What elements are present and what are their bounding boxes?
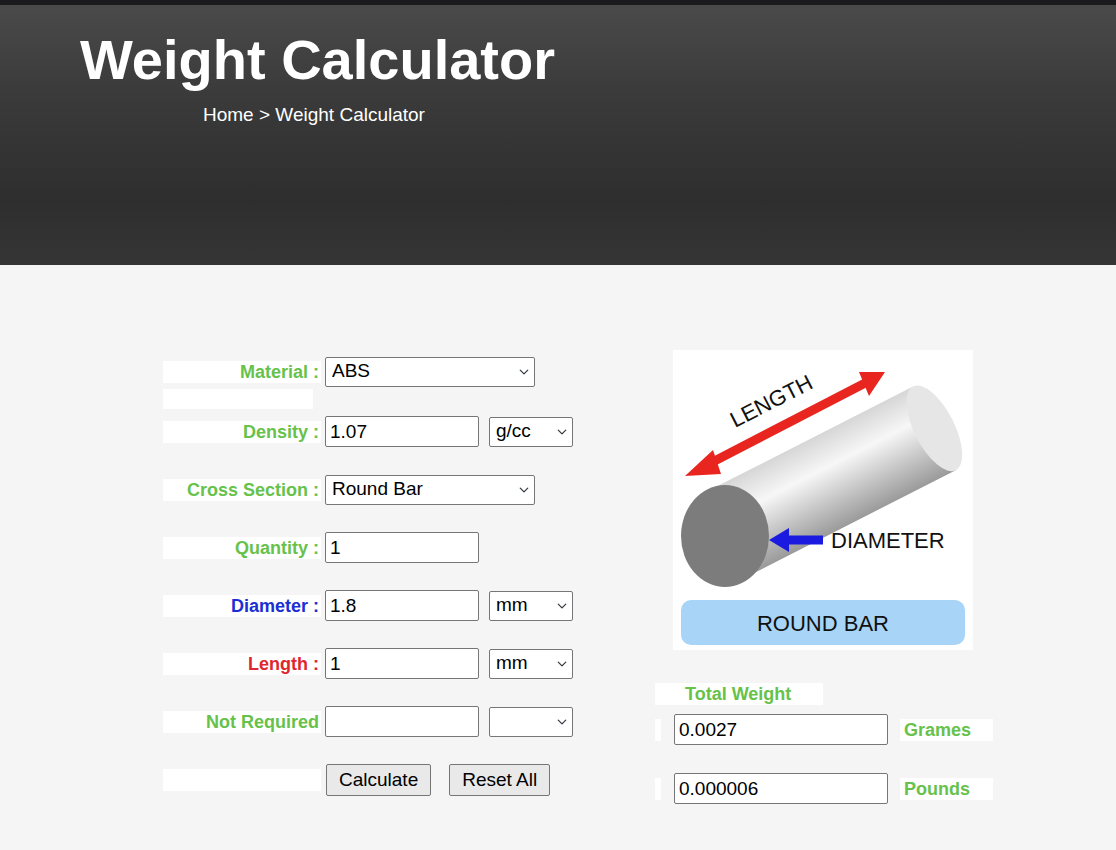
length-label: LENGTH <box>726 370 817 433</box>
field-input[interactable] <box>325 648 479 679</box>
calculate-button[interactable]: Calculate <box>326 764 431 796</box>
field-label: Cross Section : <box>163 479 321 501</box>
label-spacer <box>163 389 313 409</box>
reset-button[interactable]: Reset All <box>449 764 550 796</box>
result-panel: LENGTH DIAMETER ROUND BAR Total Weight Gr… <box>655 350 1015 804</box>
field-label: Quantity : <box>163 537 321 559</box>
result-value[interactable] <box>674 773 888 804</box>
button-label-box <box>163 769 321 791</box>
field-label: Density : <box>163 421 321 443</box>
round-bar-diagram: LENGTH DIAMETER ROUND BAR <box>673 350 973 650</box>
unit-select[interactable]: mm <box>489 649 573 679</box>
form-row: Quantity : <box>163 532 655 563</box>
field-label: Material : <box>163 361 321 383</box>
form-row: Diameter : mm <box>163 590 655 621</box>
breadcrumb[interactable]: Home > Weight Calculator <box>203 104 1116 127</box>
page-title: Weight Calculator <box>80 28 1116 92</box>
result-value[interactable] <box>674 714 888 745</box>
field-select[interactable]: ABS <box>325 357 535 387</box>
diagram-caption: ROUND BAR <box>757 611 889 636</box>
unit-select[interactable] <box>489 707 573 737</box>
field-label: Length : <box>163 653 321 675</box>
form-row: Not Required <box>163 706 655 737</box>
result-row: Grames <box>655 714 1015 745</box>
total-weight-label: Total Weight <box>655 683 823 705</box>
hero-banner: Weight Calculator Home > Weight Calculat… <box>0 0 1116 265</box>
field-input[interactable] <box>325 706 479 737</box>
diameter-label: DIAMETER <box>831 528 945 553</box>
form-row: Cross Section :Round Bar <box>163 474 655 505</box>
round-bar-icon: LENGTH DIAMETER ROUND BAR <box>673 350 973 650</box>
result-unit: Grames <box>900 719 993 741</box>
result-stub <box>655 778 661 800</box>
field-select[interactable]: Round Bar <box>325 475 535 505</box>
form-row: Length : mm <box>163 648 655 679</box>
form-row: Density : g/cc <box>163 416 655 447</box>
unit-select[interactable]: g/cc <box>489 417 573 447</box>
field-label: Not Required <box>163 711 321 733</box>
calculator-form: Material :ABS Density : g/cc Cross Section … <box>0 356 655 804</box>
calculator-area: Material :ABS Density : g/cc Cross Section … <box>0 265 1116 804</box>
field-input[interactable] <box>325 532 479 563</box>
result-row: Pounds <box>655 773 1015 804</box>
field-label: Diameter : <box>163 595 321 617</box>
result-unit: Pounds <box>900 778 993 800</box>
unit-select[interactable]: mm <box>489 591 573 621</box>
result-stub <box>655 719 661 741</box>
form-row: Material :ABS <box>163 356 655 387</box>
button-row: Calculate Reset All <box>163 764 655 796</box>
field-input[interactable] <box>325 416 479 447</box>
field-input[interactable] <box>325 590 479 621</box>
